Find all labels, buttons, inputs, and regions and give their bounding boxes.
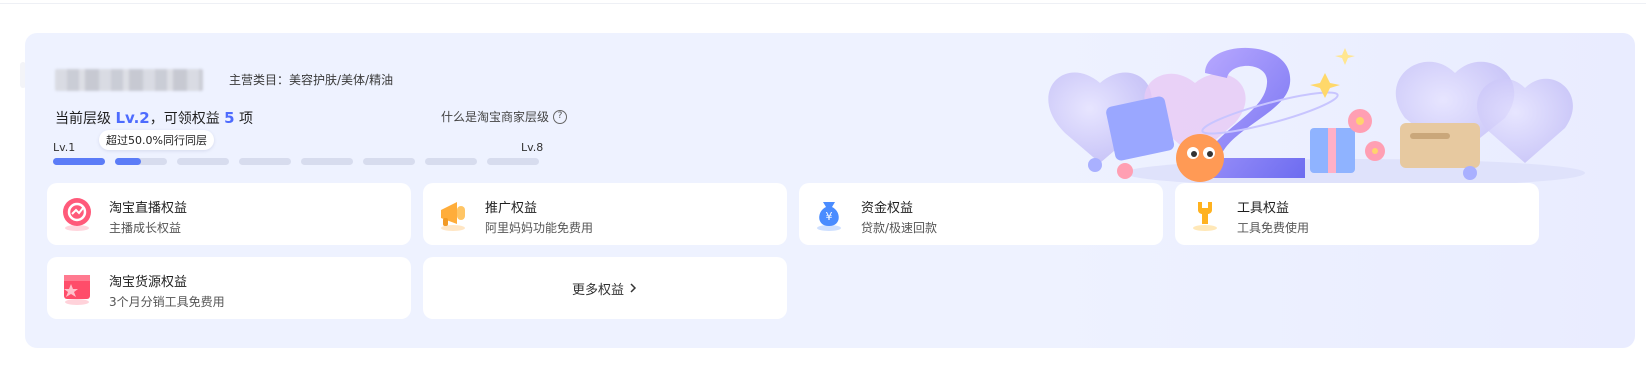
level-segment-fill	[115, 158, 141, 165]
megaphone-icon	[441, 202, 465, 231]
benefit-subtitle: 3个月分销工具免费用	[109, 295, 225, 309]
benefit-card-tools[interactable]: 工具权益 工具免费使用	[1175, 183, 1539, 245]
benefit-card-live[interactable]: 淘宝直播权益 主播成长权益	[47, 183, 411, 245]
gift-box-icon	[64, 275, 90, 305]
benefit-subtitle: 阿里妈妈功能免费用	[485, 221, 594, 235]
level-prefix: 当前层级	[55, 111, 111, 127]
level-2-illustration-icon	[1048, 47, 1585, 183]
benefit-title: 推广权益	[485, 201, 538, 216]
level-middle: ，可领权益	[149, 111, 220, 127]
level-segment	[487, 158, 539, 165]
level-start-label: Lv.1	[53, 141, 76, 154]
benefit-card-funding[interactable]: ¥ 资金权益 贷款/极速回款	[799, 183, 1163, 245]
benefit-title: 资金权益	[861, 201, 914, 216]
level-segment	[239, 158, 291, 165]
level-segment	[301, 158, 353, 165]
level-segment	[115, 158, 167, 165]
level-end-label: Lv.8	[521, 141, 544, 154]
level-segment-fill	[53, 158, 105, 165]
svg-text:¥: ¥	[826, 210, 833, 223]
level-segment	[425, 158, 477, 165]
benefit-card-promotion[interactable]: 推广权益 阿里妈妈功能免费用	[423, 183, 787, 245]
top-divider	[0, 3, 1646, 4]
merchant-level-card: 主营类目：美容护肤/美体/精油 当前层级 Lv.2，可领权益 5 项 什么是淘宝…	[25, 33, 1635, 348]
main-category: 主营类目：美容护肤/美体/精油	[229, 73, 394, 87]
peer-comparison-tooltip: 超过50.0%同行同层	[99, 130, 214, 150]
benefit-title: 淘宝货源权益	[109, 275, 188, 290]
benefit-card-supply[interactable]: 淘宝货源权益 3个月分销工具免费用	[47, 257, 411, 319]
current-level-text: 当前层级 Lv.2，可领权益 5 项	[55, 108, 253, 128]
benefit-count: 5	[224, 109, 235, 127]
level-segment	[53, 158, 105, 165]
benefit-subtitle: 贷款/极速回款	[861, 221, 938, 235]
wrench-icon	[1193, 202, 1217, 231]
shop-name-blurred	[55, 69, 203, 91]
level-suffix: 项	[239, 111, 254, 127]
more-benefits-label: 更多权益	[571, 282, 624, 298]
money-bag-icon: ¥	[817, 202, 841, 231]
what-is-label: 什么是淘宝商家层级	[441, 110, 550, 124]
level-segment	[177, 158, 229, 165]
benefit-title: 淘宝直播权益	[109, 201, 188, 216]
live-stream-icon	[63, 198, 91, 231]
question-icon: ?	[553, 109, 568, 124]
chevron-right-icon	[630, 283, 637, 293]
level-segment	[363, 158, 415, 165]
benefit-subtitle: 工具免费使用	[1237, 221, 1310, 235]
more-benefits-button[interactable]: 更多权益	[423, 257, 787, 319]
current-level-value: Lv.2	[115, 109, 150, 127]
what-is-merchant-level-link[interactable]: 什么是淘宝商家层级 ?	[441, 108, 568, 125]
benefit-subtitle: 主播成长权益	[109, 221, 182, 235]
benefit-title: 工具权益	[1237, 201, 1290, 216]
